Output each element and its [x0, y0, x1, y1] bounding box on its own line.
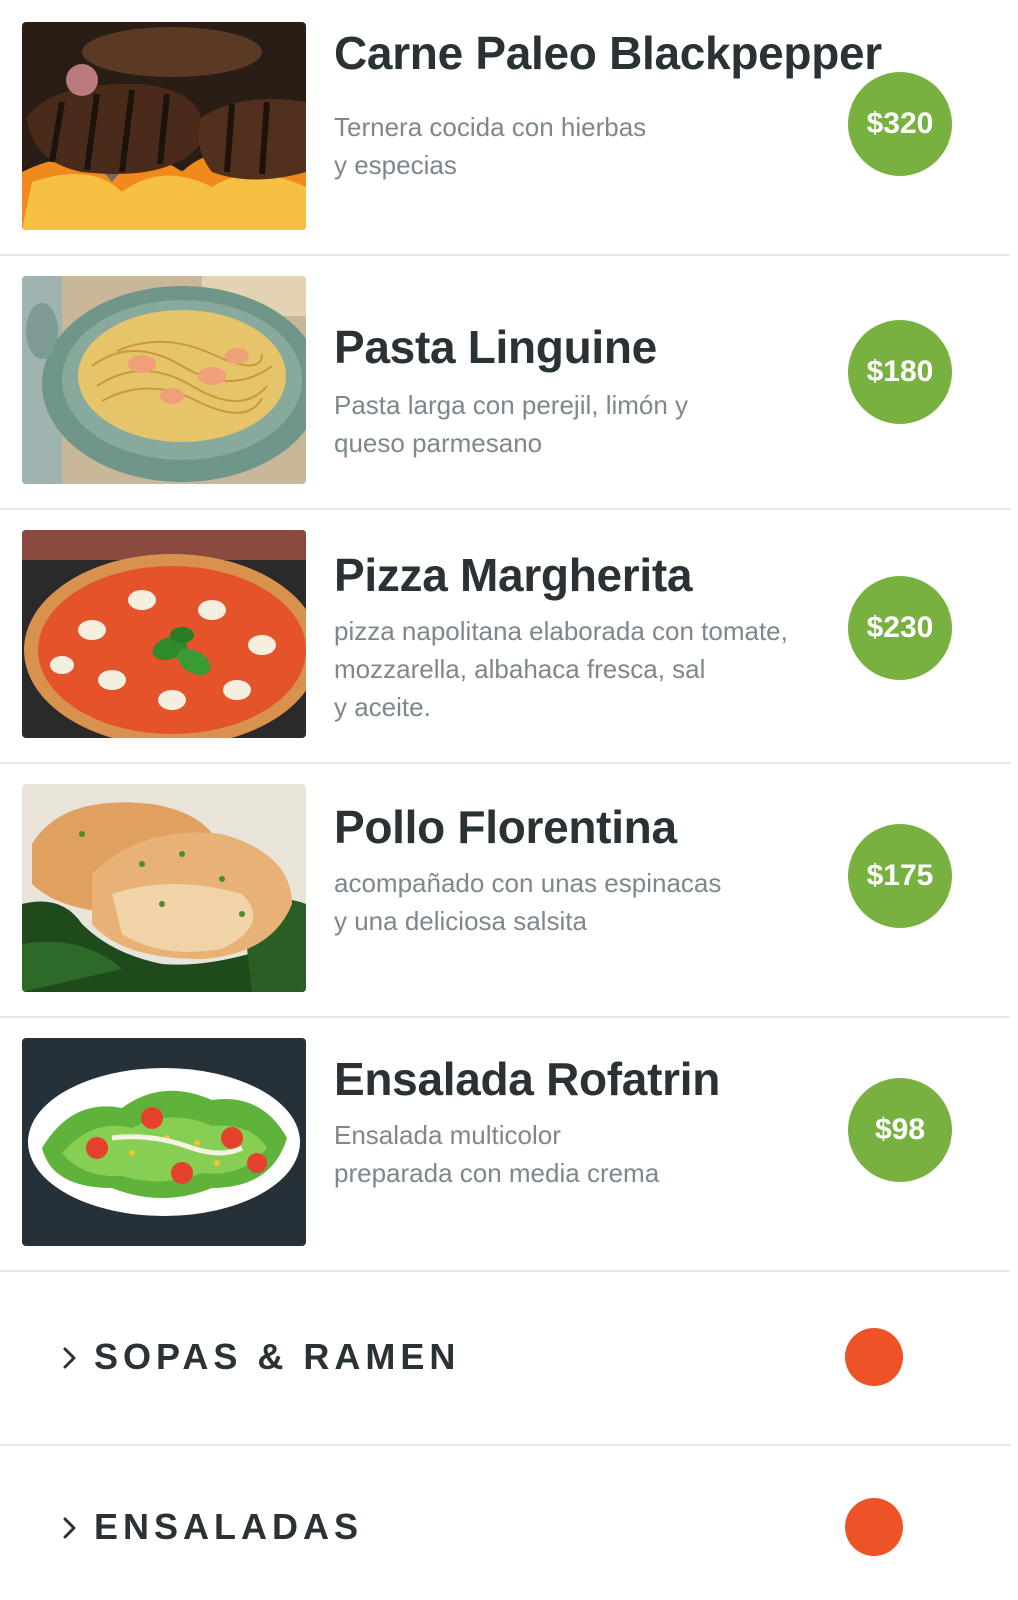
price-badge[interactable]: $175 [848, 824, 952, 928]
category-indicator-dot [845, 1498, 903, 1556]
dish-description: Ensalada multicolor preparada con media … [334, 1120, 660, 1188]
menu-page: Carne Paleo Blackpepper Ternera cocida c… [0, 0, 1018, 1600]
price-badge[interactable]: $180 [848, 320, 952, 424]
menu-item[interactable]: Pizza Margherita pizza napolitana elabor… [0, 508, 1010, 764]
dish-description: pizza napolitana elaborada con tomate, m… [334, 616, 788, 722]
category-label: ENSALADAS [94, 1506, 364, 1547]
salad-image [22, 1038, 306, 1246]
dish-name: Pasta Linguine [334, 321, 657, 373]
chicken-florentine-image [22, 784, 306, 992]
category-row-sopas-ramen[interactable]: SOPAS & RAMEN [0, 1270, 1010, 1446]
pizza-margherita-image [22, 530, 306, 738]
dish-name: Ensalada Rofatrin [334, 1053, 720, 1105]
dish-description: Ternera cocida con hierbas y especias [334, 112, 647, 180]
chevron-right-icon [63, 1517, 76, 1539]
price-badge[interactable]: $230 [848, 576, 952, 680]
menu-item[interactable]: Pollo Florentina acompañado con unas esp… [0, 762, 1010, 1018]
menu-item[interactable]: Pasta Linguine Pasta larga con perejil, … [0, 254, 1010, 510]
dish-name: Pizza Margherita [334, 549, 693, 601]
dish-name: Carne Paleo Blackpepper [334, 27, 882, 79]
dish-description: Pasta larga con perejil, limón y queso p… [334, 390, 689, 458]
price-badge[interactable]: $320 [848, 72, 952, 176]
grilled-steak-image [22, 22, 306, 230]
menu-item[interactable]: Ensalada Rofatrin Ensalada multicolor pr… [0, 1016, 1010, 1272]
dish-name: Pollo Florentina [334, 801, 677, 853]
dish-description: acompañado con unas espinacas y una deli… [334, 868, 722, 936]
pasta-linguine-image [22, 276, 306, 484]
menu-item[interactable]: Carne Paleo Blackpepper Ternera cocida c… [0, 0, 1010, 256]
price-badge[interactable]: $98 [848, 1078, 952, 1182]
category-label: SOPAS & RAMEN [94, 1336, 461, 1377]
chevron-right-icon [63, 1347, 76, 1369]
category-indicator-dot [845, 1328, 903, 1386]
category-row-ensaladas[interactable]: ENSALADAS [0, 1446, 1010, 1600]
